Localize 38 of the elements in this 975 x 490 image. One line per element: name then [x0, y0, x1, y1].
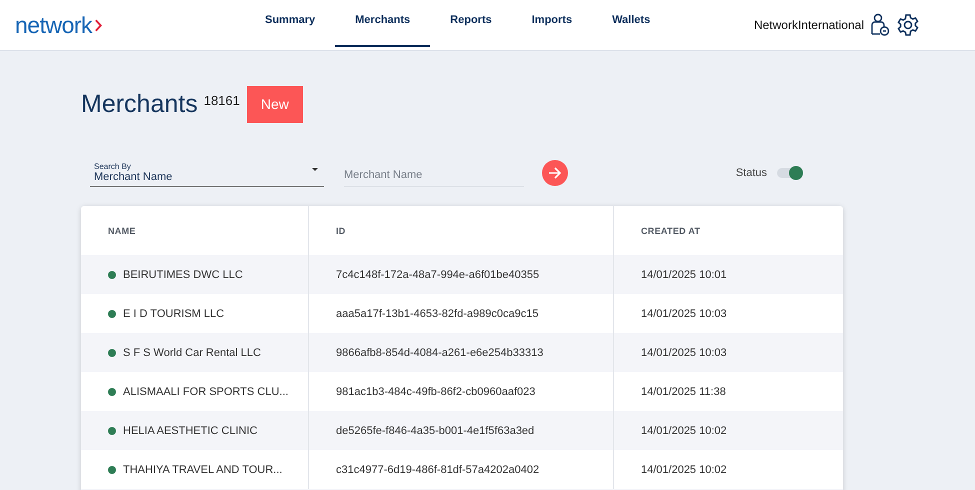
status-label: Status: [736, 167, 767, 179]
merchant-name: THAHIYA TRAVEL AND TOUR...: [123, 464, 282, 476]
merchant-name: E I D TOURISM LLC: [123, 308, 224, 320]
arrow-icon: [548, 167, 562, 179]
logo-text: network: [15, 12, 92, 38]
search-by-dropdown[interactable]: Search By Merchant Name: [90, 160, 324, 186]
merchant-name: ALISMAALI FOR SPORTS CLU...: [123, 386, 288, 398]
chevron-icon: [95, 18, 102, 32]
column-header: CREATED AT: [640, 224, 702, 238]
created-at: 14/01/2025 10:02: [641, 464, 727, 476]
merchant-name: HELIA AESTHETIC CLINIC: [123, 424, 258, 436]
status-toggle[interactable]: [777, 168, 801, 178]
merchant-id: 9866afb8-854d-4084-a261-e6e254b33313: [336, 346, 544, 358]
nav-tab[interactable]: Wallets: [592, 0, 670, 47]
created-at: 14/01/2025 11:38: [641, 386, 726, 398]
created-at: 14/01/2025 10:01: [641, 268, 727, 280]
search-button[interactable]: [542, 160, 568, 186]
page-title: Merchants: [81, 90, 198, 118]
merchant-id: c31c4977-6d19-486f-81df-57a4202a0402: [336, 464, 540, 476]
user-name: NetworkInternational: [754, 18, 864, 32]
merchant-count: 18161: [204, 92, 240, 108]
nav-tab[interactable]: Imports: [512, 0, 592, 47]
merchant-id: de5265fe-f846-4a35-b001-4e1f5f63a3ed: [336, 424, 534, 436]
created-at: 14/01/2025 10:02: [641, 424, 727, 436]
caret-icon: [312, 168, 318, 174]
nav-tab[interactable]: Merchants: [335, 0, 430, 47]
nav-tab[interactable]: Reports: [430, 0, 512, 47]
merchant-id: 981ac1b3-484c-49fb-86f2-cb0960aaf023: [336, 386, 536, 398]
merchant-name: BEIRUTIMES DWC LLC: [123, 268, 243, 280]
user-icon[interactable]: [870, 13, 890, 37]
merchant-id: 7c4c148f-172a-48a7-994e-a6f01be40355: [336, 268, 540, 280]
settings-icon[interactable]: [896, 13, 920, 37]
nav-tab[interactable]: Summary: [245, 0, 336, 47]
merchant-name: S F S World Car Rental LLC: [123, 346, 261, 358]
search-field[interactable]: Merchant Name: [344, 159, 524, 187]
merchant-id: aaa5a17f-13b1-4653-82fd-a989c0ca9c15: [336, 308, 538, 320]
created-at: 14/01/2025 10:03: [641, 308, 727, 320]
created-at: 14/01/2025 10:03: [641, 346, 727, 358]
